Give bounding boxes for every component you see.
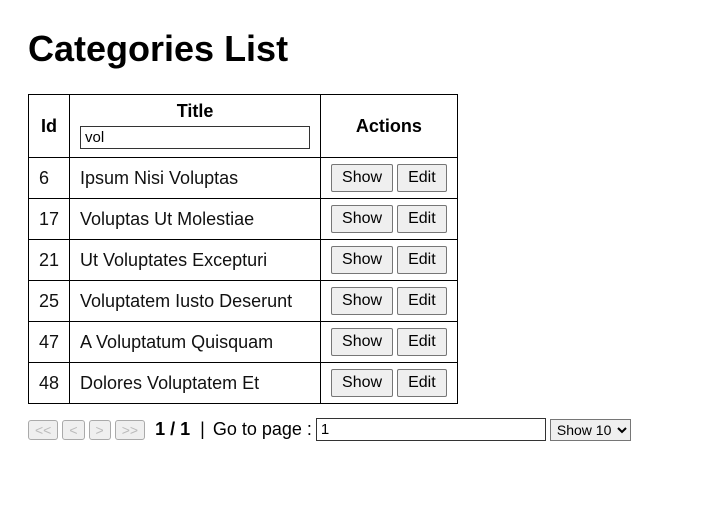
- cell-title: Voluptatem Iusto Deserunt: [70, 281, 321, 322]
- cell-actions: ShowEdit: [321, 281, 458, 322]
- pager-last-button[interactable]: >>: [115, 420, 145, 440]
- page-indicator: 1 / 1: [155, 419, 190, 440]
- table-row: 6Ipsum Nisi VoluptasShowEdit: [29, 158, 458, 199]
- cell-title: Ut Voluptates Excepturi: [70, 240, 321, 281]
- table-row: 21Ut Voluptates ExcepturiShowEdit: [29, 240, 458, 281]
- cell-actions: ShowEdit: [321, 158, 458, 199]
- table-row: 25Voluptatem Iusto DeseruntShowEdit: [29, 281, 458, 322]
- table-header-row: Id Title Actions: [29, 95, 458, 158]
- pager: << < > >> 1 / 1 | Go to page : Show 10: [28, 418, 696, 441]
- cell-actions: ShowEdit: [321, 363, 458, 404]
- edit-button[interactable]: Edit: [397, 164, 447, 192]
- show-button[interactable]: Show: [331, 205, 393, 233]
- cell-title: Dolores Voluptatem Et: [70, 363, 321, 404]
- cell-id: 25: [29, 281, 70, 322]
- page-size-select[interactable]: Show 10: [550, 419, 631, 441]
- pager-prev-button[interactable]: <: [62, 420, 84, 440]
- show-button[interactable]: Show: [331, 287, 393, 315]
- cell-actions: ShowEdit: [321, 240, 458, 281]
- cell-actions: ShowEdit: [321, 322, 458, 363]
- title-filter-input[interactable]: [80, 126, 310, 149]
- header-title-label: Title: [177, 101, 214, 121]
- header-actions: Actions: [321, 95, 458, 158]
- cell-id: 6: [29, 158, 70, 199]
- go-to-page-label: Go to page :: [213, 419, 312, 440]
- show-button[interactable]: Show: [331, 246, 393, 274]
- cell-id: 17: [29, 199, 70, 240]
- pager-next-button[interactable]: >: [89, 420, 111, 440]
- cell-id: 21: [29, 240, 70, 281]
- header-title: Title: [70, 95, 321, 158]
- cell-actions: ShowEdit: [321, 199, 458, 240]
- cell-id: 48: [29, 363, 70, 404]
- edit-button[interactable]: Edit: [397, 205, 447, 233]
- table-row: 17Voluptas Ut MolestiaeShowEdit: [29, 199, 458, 240]
- show-button[interactable]: Show: [331, 328, 393, 356]
- edit-button[interactable]: Edit: [397, 287, 447, 315]
- cell-id: 47: [29, 322, 70, 363]
- page-title: Categories List: [28, 28, 696, 70]
- show-button[interactable]: Show: [331, 164, 393, 192]
- show-button[interactable]: Show: [331, 369, 393, 397]
- edit-button[interactable]: Edit: [397, 328, 447, 356]
- table-row: 48Dolores Voluptatem EtShowEdit: [29, 363, 458, 404]
- pager-first-button[interactable]: <<: [28, 420, 58, 440]
- table-row: 47A Voluptatum QuisquamShowEdit: [29, 322, 458, 363]
- edit-button[interactable]: Edit: [397, 246, 447, 274]
- header-id: Id: [29, 95, 70, 158]
- categories-table: Id Title Actions 6Ipsum Nisi VoluptasSho…: [28, 94, 458, 404]
- cell-title: A Voluptatum Quisquam: [70, 322, 321, 363]
- pager-separator: |: [200, 419, 205, 440]
- edit-button[interactable]: Edit: [397, 369, 447, 397]
- cell-title: Voluptas Ut Molestiae: [70, 199, 321, 240]
- cell-title: Ipsum Nisi Voluptas: [70, 158, 321, 199]
- page-input[interactable]: [316, 418, 546, 441]
